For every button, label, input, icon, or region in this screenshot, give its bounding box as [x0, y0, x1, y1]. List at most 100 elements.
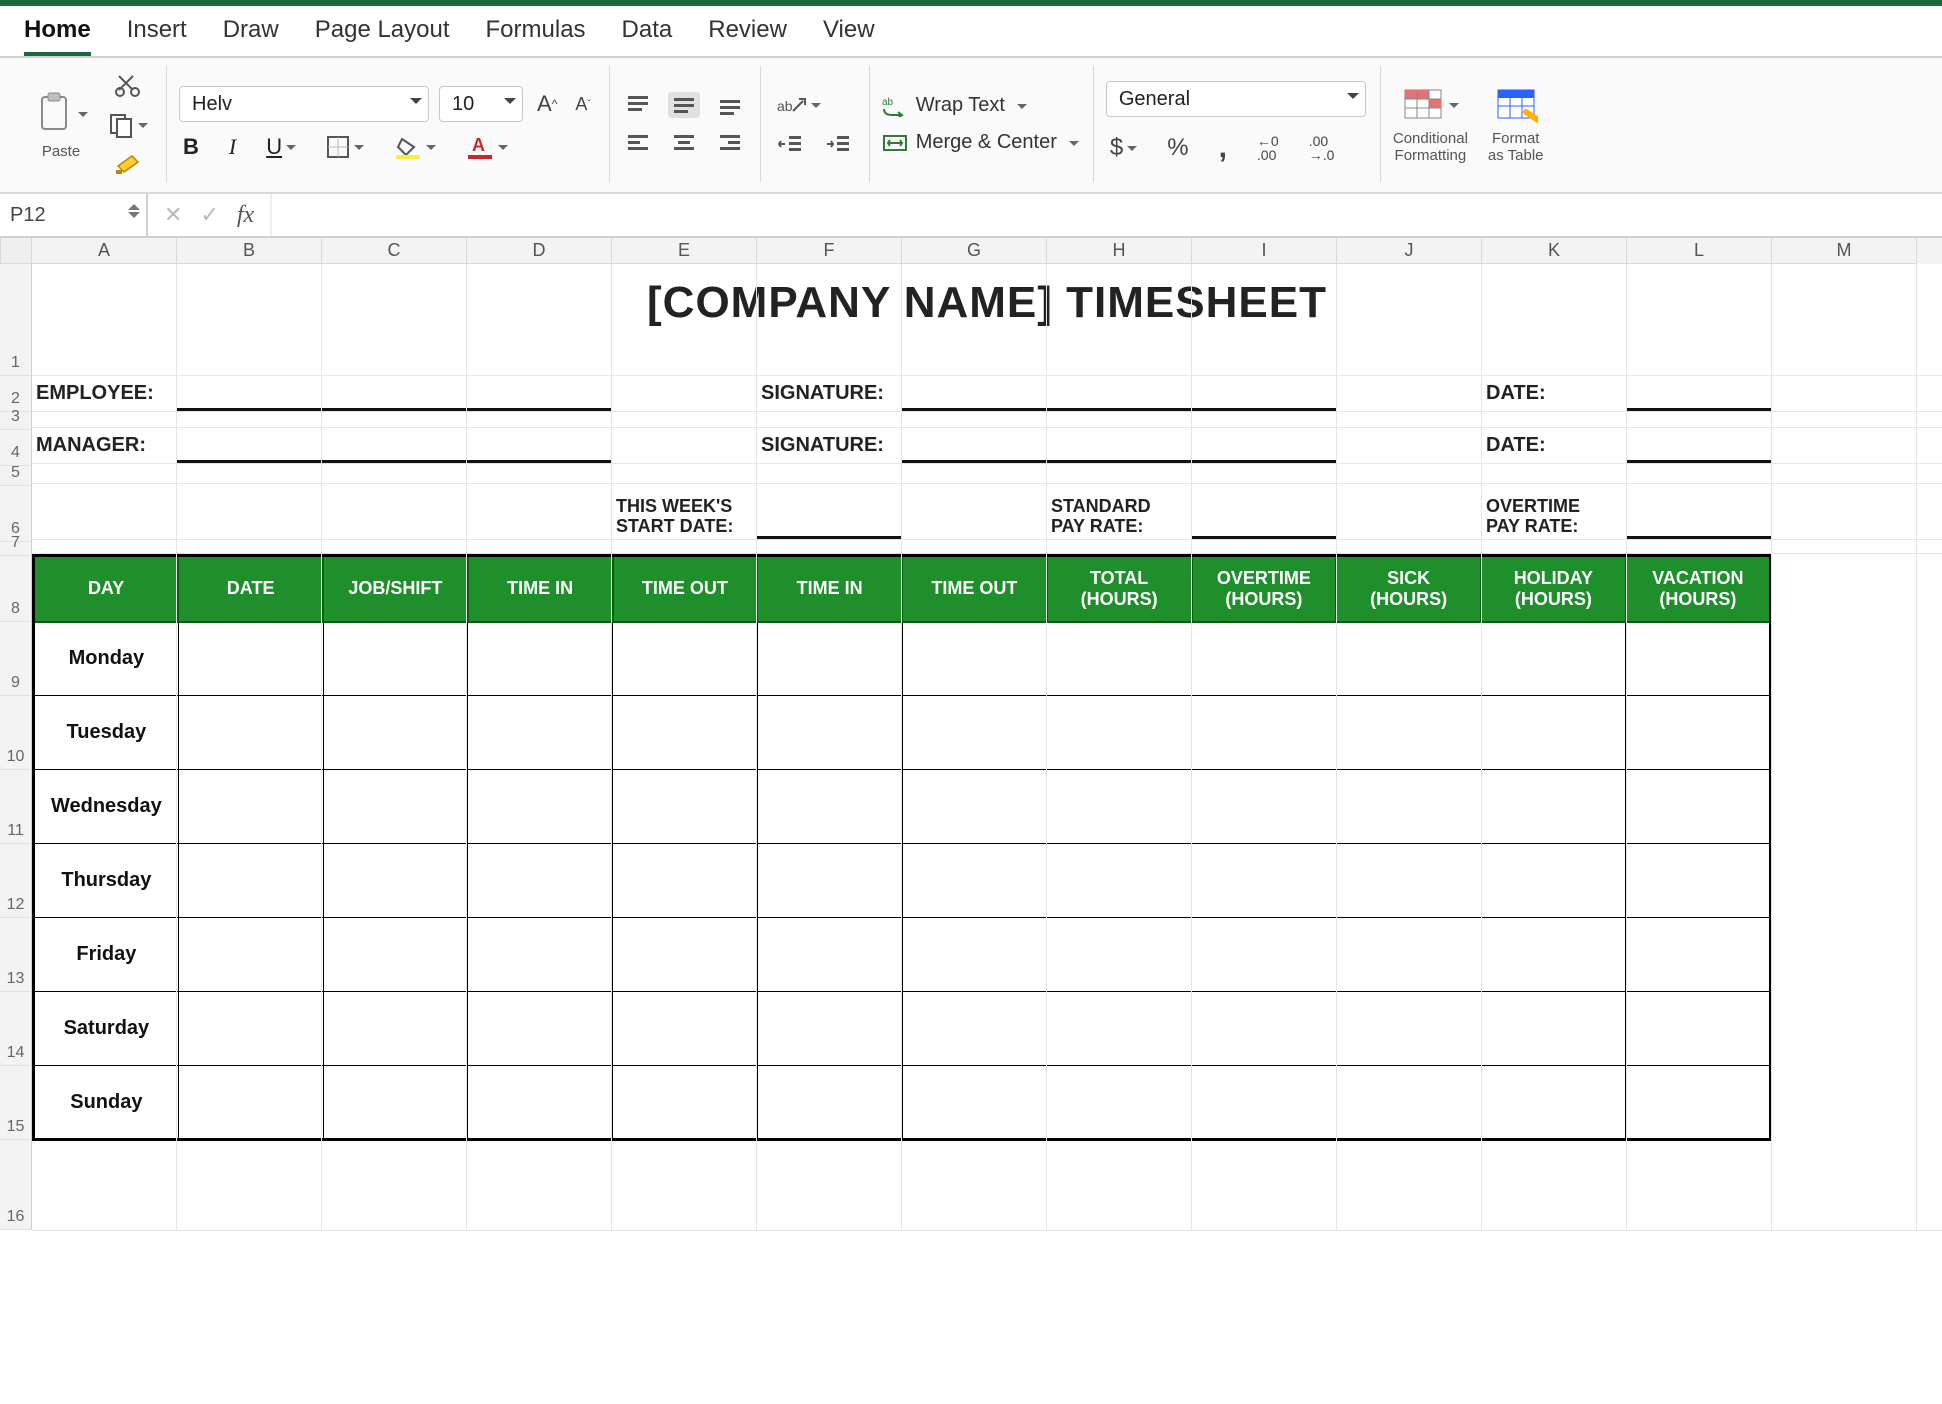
col-J[interactable]: J	[1337, 238, 1482, 264]
cell[interactable]	[1481, 696, 1626, 770]
cell[interactable]	[1336, 918, 1481, 992]
col-K[interactable]: K	[1482, 238, 1627, 264]
col-M[interactable]: M	[1772, 238, 1917, 264]
select-all-corner[interactable]	[0, 238, 32, 264]
tab-insert[interactable]: Insert	[127, 16, 187, 56]
enter-formula-icon[interactable]: ✓	[200, 202, 218, 228]
cell[interactable]	[902, 844, 1047, 918]
cell[interactable]	[902, 992, 1047, 1066]
comma-format-button[interactable]: ,	[1215, 129, 1231, 167]
tab-review[interactable]: Review	[708, 16, 787, 56]
cell[interactable]	[757, 770, 902, 844]
cell[interactable]	[902, 622, 1047, 696]
cell[interactable]	[613, 844, 758, 918]
cell[interactable]	[178, 992, 323, 1066]
cell[interactable]	[1626, 1066, 1771, 1140]
cell[interactable]	[757, 622, 902, 696]
cell[interactable]	[613, 1066, 758, 1140]
italic-button[interactable]: I	[225, 132, 240, 162]
overtime-rate-field[interactable]	[1627, 511, 1772, 539]
cell[interactable]	[1336, 770, 1481, 844]
row-12[interactable]: 12	[0, 844, 32, 918]
cell[interactable]	[1626, 992, 1771, 1066]
tab-data[interactable]: Data	[622, 16, 673, 56]
sheet-grid[interactable]: A B C D E F G H I J K L M 12345678910111…	[0, 238, 1942, 1231]
align-top-button[interactable]	[622, 92, 654, 118]
col-E[interactable]: E	[612, 238, 757, 264]
cell[interactable]	[1336, 696, 1481, 770]
font-color-button[interactable]: A	[462, 133, 512, 161]
shrink-font-button[interactable]: Aˇ	[571, 92, 594, 117]
signature1-field[interactable]	[902, 383, 1337, 411]
cell[interactable]	[1626, 696, 1771, 770]
row-2[interactable]: 2	[0, 376, 32, 412]
decrease-decimal-button[interactable]: .00→.0	[1305, 132, 1339, 164]
cell[interactable]	[1336, 992, 1481, 1066]
row-7[interactable]: 7	[0, 542, 32, 556]
bold-button[interactable]: B	[179, 132, 203, 162]
row-9[interactable]: 9	[0, 622, 32, 696]
col-A[interactable]: A	[32, 238, 177, 264]
tab-page-layout[interactable]: Page Layout	[315, 16, 450, 56]
cell[interactable]	[902, 1066, 1047, 1140]
font-size-select[interactable]: 10	[439, 86, 523, 122]
cell[interactable]	[1047, 622, 1192, 696]
row-1[interactable]: 1	[0, 264, 32, 376]
cell[interactable]	[1192, 992, 1337, 1066]
col-C[interactable]: C	[322, 238, 467, 264]
fill-color-button[interactable]	[390, 133, 440, 161]
cell[interactable]	[1481, 844, 1626, 918]
increase-decimal-button[interactable]: ←0.00	[1253, 132, 1283, 164]
cell[interactable]	[1192, 844, 1337, 918]
cell[interactable]	[178, 770, 323, 844]
row-headers[interactable]: 12345678910111213141516	[0, 264, 32, 1231]
cell[interactable]	[468, 622, 613, 696]
cell[interactable]	[757, 696, 902, 770]
cell[interactable]	[1481, 1066, 1626, 1140]
cell[interactable]	[468, 1066, 613, 1140]
row-13[interactable]: 13	[0, 918, 32, 992]
row-14[interactable]: 14	[0, 992, 32, 1066]
col-L[interactable]: L	[1627, 238, 1772, 264]
cell[interactable]	[178, 622, 323, 696]
wrap-text-button[interactable]: ab Wrap Text	[882, 94, 1079, 117]
borders-button[interactable]	[322, 133, 368, 161]
cell[interactable]	[1047, 844, 1192, 918]
row-3[interactable]: 3	[0, 412, 32, 430]
cell[interactable]	[1192, 918, 1337, 992]
cell[interactable]	[323, 844, 468, 918]
signature2-field[interactable]	[902, 435, 1337, 463]
cell[interactable]	[1626, 918, 1771, 992]
tab-home[interactable]: Home	[24, 16, 91, 56]
font-name-select[interactable]: Helv	[179, 86, 429, 122]
underline-button[interactable]: U	[262, 132, 300, 162]
row-4[interactable]: 4	[0, 430, 32, 466]
cell[interactable]	[902, 918, 1047, 992]
cell[interactable]	[468, 770, 613, 844]
cell[interactable]	[613, 992, 758, 1066]
align-bottom-button[interactable]	[714, 92, 746, 118]
cell[interactable]	[613, 696, 758, 770]
cell[interactable]	[323, 1066, 468, 1140]
row-11[interactable]: 11	[0, 770, 32, 844]
col-D[interactable]: D	[467, 238, 612, 264]
cell[interactable]	[1336, 622, 1481, 696]
cell[interactable]	[468, 696, 613, 770]
cell[interactable]	[178, 1066, 323, 1140]
accounting-format-button[interactable]: $	[1106, 132, 1141, 164]
cell[interactable]	[178, 844, 323, 918]
cell[interactable]	[613, 770, 758, 844]
fx-icon[interactable]: fx	[237, 202, 254, 229]
format-painter-button[interactable]	[104, 150, 152, 178]
name-box[interactable]: P12	[0, 194, 148, 236]
cell[interactable]	[1192, 770, 1337, 844]
tab-draw[interactable]: Draw	[223, 16, 279, 56]
cell[interactable]	[1626, 622, 1771, 696]
col-B[interactable]: B	[177, 238, 322, 264]
cell[interactable]	[178, 696, 323, 770]
cell[interactable]	[1626, 844, 1771, 918]
cell[interactable]	[1336, 844, 1481, 918]
col-F[interactable]: F	[757, 238, 902, 264]
cell[interactable]	[1481, 992, 1626, 1066]
align-center-button[interactable]	[668, 130, 700, 156]
